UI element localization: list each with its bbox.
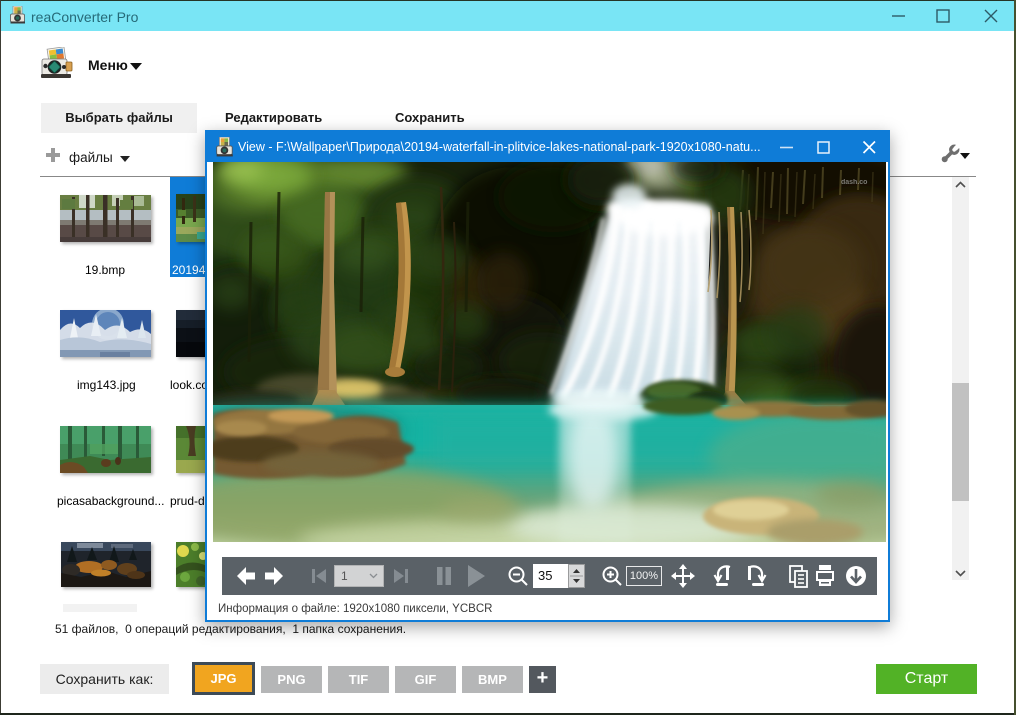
- svg-text:dash.co: dash.co: [841, 179, 867, 186]
